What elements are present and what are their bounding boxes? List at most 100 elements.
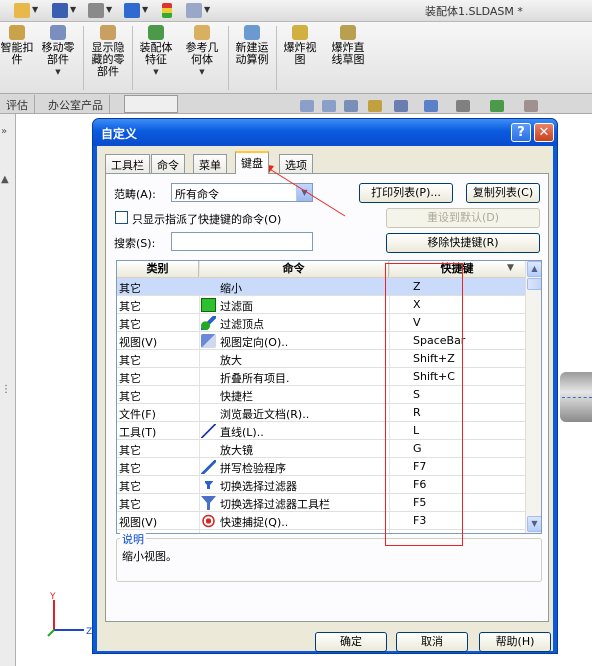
tab-options[interactable]: 选项 [279,154,313,173]
close-button[interactable]: ✕ [534,123,554,142]
ribbon-new-motion-study[interactable]: 新建运 动算例 [232,25,272,66]
column-header-command[interactable]: 命令 [199,261,389,278]
tab-evaluate[interactable]: 评估 [0,95,35,113]
smart-fasteners-icon [9,25,25,40]
print-list-button[interactable]: 打印列表(P)... [359,183,453,203]
highlight-box [385,263,463,546]
chevron-down-icon[interactable]: ▼ [296,184,312,201]
table-row[interactable]: 其它 放大 Shift+Z [117,350,525,368]
undo-icon[interactable] [124,3,140,18]
view-orientation-icon [201,334,216,348]
chevron-down-icon[interactable]: ▼ [106,5,112,14]
separator [276,26,277,90]
print-icon[interactable] [88,3,104,18]
cell-category: 其它 [119,372,141,385]
show-hidden-icon [100,25,116,40]
table-row[interactable]: 其它 拼写检验程序 F7 [117,458,525,476]
ribbon-exploded-view[interactable]: 爆炸视 图 [280,25,320,66]
chevron-down-icon[interactable]: ▼ [38,66,78,78]
section-view-icon[interactable] [368,100,382,112]
table-row[interactable]: 其它 过滤面 X [117,296,525,314]
table-row[interactable]: 其它 切换选择过滤器工具栏 F5 [117,494,525,512]
title-help-button[interactable]: ? [511,123,531,142]
splitter-handle-icon[interactable]: ⋮ [1,384,11,395]
display-style-icon[interactable] [424,100,438,112]
chevron-down-icon[interactable]: ▼ [70,5,76,14]
tab-commands[interactable]: 命令 [151,154,185,173]
dialog-titlebar[interactable]: 自定义 ? ✕ [93,119,557,146]
search-input[interactable] [171,232,313,251]
column-header-category[interactable]: 类别 [117,261,199,278]
reset-default-button[interactable]: 重设到默认(D) [386,208,540,228]
remove-shortcut-button[interactable]: 移除快捷键(R) [386,233,540,253]
table-row[interactable]: 其它 放大镜 G [117,440,525,458]
ribbon-label: 新建运 动算例 [235,41,269,66]
previous-view-icon[interactable] [344,100,358,112]
cell-category: 其它 [119,282,141,295]
view-orientation-icon[interactable] [394,100,408,112]
ribbon-smart-fasteners[interactable]: 智能扣 件 [0,25,34,66]
chevron-down-icon[interactable]: ▼ [507,263,514,273]
table-row[interactable]: 其它 折叠所有项目. Shift+C [117,368,525,386]
table-row[interactable]: 视图(V) 视图定向(O).. SpaceBar [117,332,525,350]
zoom-to-fit-icon[interactable] [300,100,314,112]
table-row[interactable]: 其它 切换选择过滤器 F6 [117,476,525,494]
ribbon-move-component[interactable]: 移动零 部件 ▼ [38,25,78,78]
copy-list-button[interactable]: 复制列表(C) [466,183,540,203]
chevron-down-icon[interactable]: ▼ [136,66,176,78]
model-centerline [562,397,592,398]
only-assigned-label: 只显示指派了快捷键的命令(O) [132,213,282,226]
tab-keyboard[interactable]: 键盘 [235,151,269,174]
hide-show-items-icon[interactable] [456,100,470,112]
ribbon-label: 参考几 何体 [185,41,219,66]
chevron-down-icon[interactable]: ▼ [204,5,210,14]
chevron-down-icon[interactable]: ▼ [142,5,148,14]
cell-command: 浏览最近文档(R).. [220,408,310,421]
tab-toolbars[interactable]: 工具栏 [105,154,150,173]
rebuild-icon[interactable] [162,3,172,18]
ribbon-show-hidden-components[interactable]: 显示隐 藏的零 部件 [88,25,128,78]
scope-dropdown[interactable]: 所有命令 ▼ [171,183,313,202]
motion-study-icon [244,25,260,40]
tab-office-products[interactable]: 办公室产品 [42,95,110,113]
chevron-right-icon[interactable]: » [1,126,7,137]
vertical-scrollbar[interactable]: ▲ ▼ [525,261,541,533]
scroll-up-icon[interactable]: ▲ [1,174,9,185]
tab-menus[interactable]: 菜单 [193,154,227,173]
scroll-up-icon[interactable]: ▲ [527,261,541,277]
ribbon-explode-line-sketch[interactable]: 爆炸直 线草图 [326,25,370,66]
help-button[interactable]: 帮助(H) [479,632,551,652]
cell-category: 视图(V) [119,516,158,529]
table-row[interactable]: 工具(T) 直线(L).. L [117,422,525,440]
cell-command: 切换选择过滤器 [220,480,297,493]
cancel-button[interactable]: 取消 [396,632,468,652]
apply-scene-icon[interactable] [524,100,538,112]
table-row[interactable]: 其它 缩小 Z [117,278,525,296]
scroll-thumb[interactable] [527,278,541,290]
reference-geometry-icon [194,25,210,40]
table-header: 类别 命令 快捷键 ▼ [117,261,525,278]
y-axis-label: Y [49,592,56,602]
ribbon-assembly-features[interactable]: 装配体 特征 ▼ [136,25,176,78]
table-row[interactable]: 视图(V) 快速捕捉(Q).. F3 [117,512,525,530]
ok-button[interactable]: 确定 [315,632,387,652]
tab-custom[interactable] [124,95,178,113]
open-folder-icon[interactable] [14,3,30,18]
ribbon-reference-geometry[interactable]: 参考几 何体 ▼ [182,25,222,78]
command-manager-ribbon: 智能扣 件 移动零 部件 ▼ 显示隐 藏的零 部件 装配体 特征 ▼ 参考几 何… [0,22,592,94]
cell-command: 直线(L).. [220,426,264,439]
chevron-down-icon[interactable]: ▼ [32,5,38,14]
table-row[interactable]: 其它 快捷栏 S [117,386,525,404]
only-assigned-checkbox[interactable] [115,211,128,224]
cell-command: 切换选择过滤器工具栏 [220,498,330,511]
zoom-area-icon[interactable] [322,100,336,112]
table-row[interactable]: 文件(F) 浏览最近文档(R).. R [117,404,525,422]
save-icon[interactable] [52,3,68,18]
options-icon[interactable] [186,3,202,18]
edit-appearance-icon[interactable] [490,100,504,112]
document-title: 装配体1.SLDASM * [425,5,523,18]
chevron-down-icon[interactable]: ▼ [182,66,222,78]
table-row[interactable]: 其它 过滤顶点 V [117,314,525,332]
scroll-down-icon[interactable]: ▼ [527,516,541,532]
cell-category: 其它 [119,354,141,367]
